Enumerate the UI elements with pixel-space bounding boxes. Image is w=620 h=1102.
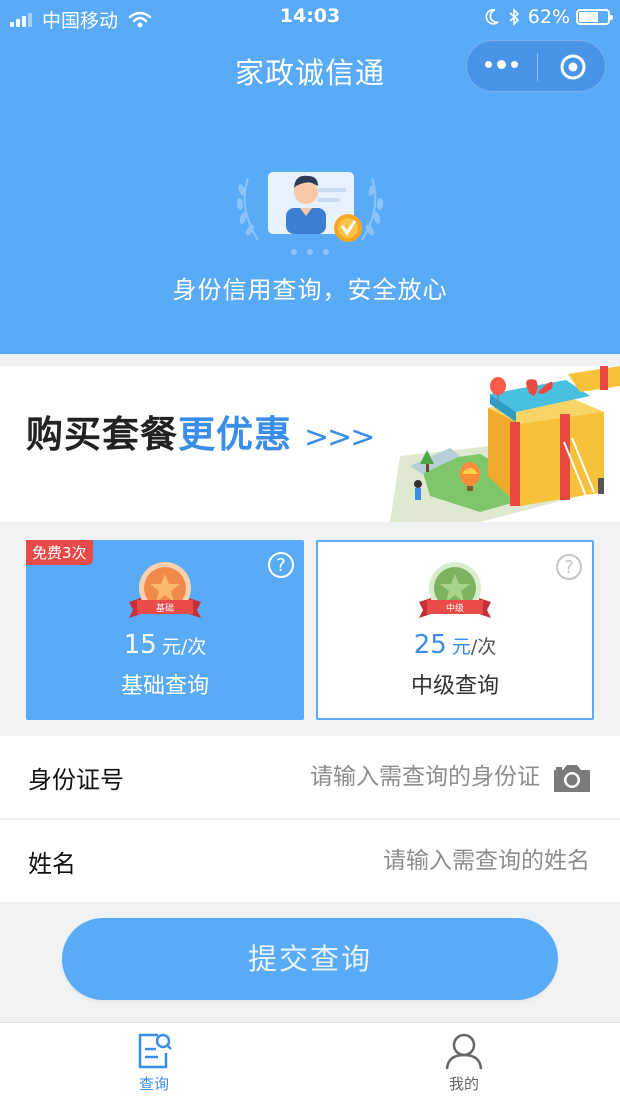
middle-price-value: 25 — [413, 630, 447, 660]
package-basic-card[interactable]: 免费3次 ? 基础 15 元/次 基础查询 — [26, 540, 304, 720]
name-input[interactable] — [208, 840, 592, 882]
tab-bar: 查询 我的 — [0, 1022, 620, 1102]
basic-price: 15 元/次 — [26, 630, 304, 660]
id-number-label: 身份证号 — [28, 766, 124, 794]
moon-icon — [485, 9, 499, 25]
status-right: 62% — [484, 6, 613, 28]
tab-query-label: 查询 — [138, 1075, 169, 1093]
close-target-icon[interactable] — [559, 53, 587, 81]
battery-percent: 62% — [527, 6, 570, 28]
banner-arrows: >>> — [304, 420, 375, 455]
basic-price-value: 15 — [123, 630, 157, 660]
banner-text-dark: 购买套餐 — [26, 413, 178, 456]
package-middle-card[interactable]: ? 中级 25 元/次 中级查询 — [316, 540, 594, 720]
middle-package-name: 中级查询 — [410, 674, 499, 699]
banner-text: 购买套餐更优惠 >>> — [26, 404, 375, 458]
basic-price-per: /次 — [180, 636, 207, 658]
middle-medal-icon: 中级 — [419, 562, 491, 618]
query-doc-icon — [138, 1033, 172, 1069]
promo-banner[interactable]: 购买套餐更优惠 >>> — [0, 366, 620, 522]
help-icon[interactable]: ? — [268, 552, 294, 578]
bluetooth-icon — [509, 8, 519, 26]
id-number-input[interactable] — [198, 756, 542, 798]
middle-price: 25 元/次 — [318, 630, 592, 660]
status-bar: 中国移动 14:03 62% — [0, 0, 620, 36]
package-selector: 免费3次 ? 基础 15 元/次 基础查询 ? 中级 25 元/次 中级查询 — [0, 522, 620, 736]
basic-package-name: 基础查询 — [120, 674, 209, 699]
gift-box-illustration — [390, 366, 620, 522]
id-card-badge-icon — [236, 172, 384, 255]
help-icon[interactable]: ? — [556, 554, 582, 580]
miniprogram-capsule — [466, 40, 606, 92]
hero-text: 身份信用查询，安全放心 — [172, 276, 448, 304]
id-number-row: 身份证号 — [0, 736, 620, 818]
banner-text-blue: 更优惠 — [178, 413, 292, 456]
submit-area: 提交查询 — [0, 902, 620, 1022]
middle-ribbon-text: 中级 — [446, 602, 464, 614]
more-icon[interactable] — [485, 60, 523, 69]
basic-ribbon-text: 基础 — [156, 602, 174, 614]
camera-icon[interactable] — [552, 762, 592, 794]
tab-query[interactable]: 查询 — [94, 1029, 214, 1101]
user-icon — [445, 1033, 483, 1070]
name-row: 姓名 — [0, 820, 620, 902]
name-label: 姓名 — [28, 850, 76, 878]
submit-query-button[interactable]: 提交查询 — [62, 918, 558, 1000]
page: 中国移动 14:03 62% 家政诚信通 身份信用查询，安全放心 购买套餐更优惠… — [0, 0, 620, 1102]
capsule-divider — [537, 53, 538, 81]
free-tag: 免费3次 — [26, 540, 93, 565]
middle-price-unit: 元 — [451, 636, 471, 658]
header: 家政诚信通 身份信用查询，安全放心 — [0, 36, 620, 354]
basic-medal-icon: 基础 — [129, 562, 201, 618]
basic-price-unit: 元 — [161, 636, 181, 658]
tab-mine[interactable]: 我的 — [404, 1029, 524, 1101]
tab-mine-label: 我的 — [448, 1075, 479, 1093]
battery-icon — [576, 9, 613, 25]
middle-price-per: /次 — [470, 636, 497, 658]
